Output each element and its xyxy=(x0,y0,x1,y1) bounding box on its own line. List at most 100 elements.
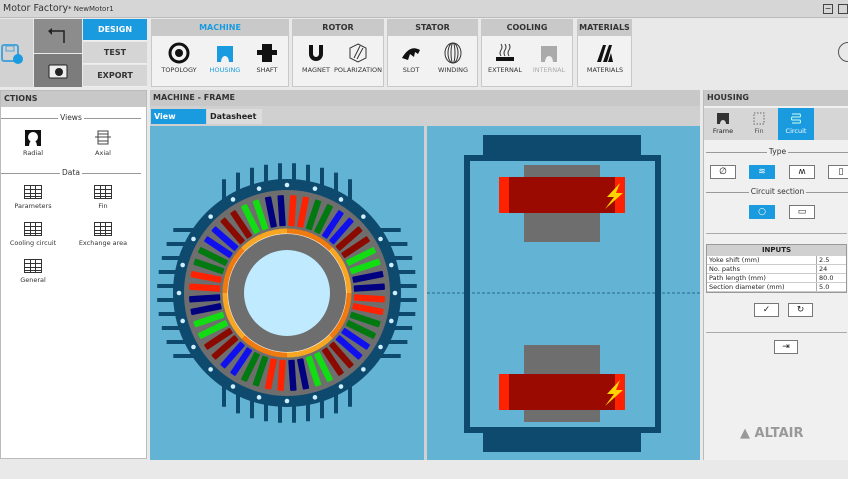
cooling-channel xyxy=(180,318,185,324)
input-value[interactable]: 5.0 xyxy=(817,283,829,291)
tool-label: POLARIZATION xyxy=(334,66,382,74)
item-label: Parameters xyxy=(14,202,52,210)
tab-view[interactable]: View xyxy=(151,109,206,124)
tool-label: EXTERNAL xyxy=(488,66,522,74)
housing-panel: HOUSING Frame Fin Circuit Type ∅ ≋ ʍ ▯ C… xyxy=(703,90,848,460)
input-value[interactable]: 80.0 xyxy=(817,274,833,282)
data-general[interactable]: General xyxy=(3,259,63,284)
tool-label: TOPOLOGY xyxy=(161,66,197,74)
tool-topology[interactable]: TOPOLOGY xyxy=(156,40,202,74)
tool-materials[interactable]: MATERIALS xyxy=(582,40,628,74)
tool-polarization[interactable]: POLARIZATION xyxy=(333,40,383,74)
item-label: Cooling circuit xyxy=(9,239,57,247)
fin-icon xyxy=(753,112,765,125)
minimize-button[interactable]: − xyxy=(823,4,833,14)
tab-label: Frame xyxy=(712,127,734,135)
input-value[interactable]: 2.5 xyxy=(817,256,829,264)
data-fin[interactable]: Fin xyxy=(73,185,133,210)
group-title: MATERIALS xyxy=(578,20,631,36)
tool-slot[interactable]: SLOT xyxy=(388,40,434,74)
table-icon xyxy=(24,185,42,199)
screenshot-button[interactable] xyxy=(34,54,82,87)
section-label: Views xyxy=(58,113,84,122)
tab-datasheet[interactable]: Datasheet xyxy=(207,109,262,124)
mode-design[interactable]: DESIGN xyxy=(83,19,147,41)
section-rectangle-button[interactable]: ▭ xyxy=(789,205,815,219)
table-icon xyxy=(24,259,42,273)
cooling-channel xyxy=(208,214,213,219)
cooling-channel xyxy=(312,395,318,400)
input-row[interactable]: Section diameter (mm) 5.0 xyxy=(707,283,846,292)
data-parameters[interactable]: Parameters xyxy=(3,185,63,210)
data-section: Data xyxy=(1,168,141,178)
view-radial[interactable]: Radial xyxy=(3,127,63,157)
group-machine: MACHINE TOPOLOGY HOUSING SHAFT xyxy=(151,19,289,87)
input-row[interactable]: Yoke shift (mm) 2.5 xyxy=(707,256,846,265)
undo-button[interactable] xyxy=(34,19,82,53)
inputs-title: INPUTS xyxy=(707,245,846,256)
export-button[interactable]: ⇥ xyxy=(774,340,798,354)
machine-frame-panel: MACHINE - FRAME View Datasheet xyxy=(150,90,700,460)
tab-fin[interactable]: Fin xyxy=(742,108,776,140)
winding-icon xyxy=(444,42,462,64)
type-none-button[interactable]: ∅ xyxy=(710,165,736,179)
data-cooling-circuit[interactable]: Cooling circuit xyxy=(3,222,63,247)
tool-label: SHAFT xyxy=(256,66,278,74)
tool-internal[interactable]: INTERNAL xyxy=(526,40,572,74)
panel-title: MACHINE - FRAME xyxy=(150,90,700,106)
cooling-channel xyxy=(180,262,185,268)
maximize-button[interactable] xyxy=(838,4,848,14)
cooling-channel xyxy=(208,367,213,372)
circuit-section: Circuit section xyxy=(706,187,848,197)
group-title: ROTOR xyxy=(293,20,383,36)
panel-title: CTIONS xyxy=(1,91,146,107)
group-stator: STATOR SLOT WINDING xyxy=(387,19,478,87)
data-exchange-area[interactable]: Exchange area xyxy=(73,222,133,247)
tool-winding[interactable]: WINDING xyxy=(430,40,476,74)
section-label: Type xyxy=(766,147,789,156)
cooling-channel xyxy=(284,398,290,404)
group-title: STATOR xyxy=(388,20,477,36)
mode-test[interactable]: TEST xyxy=(83,42,147,64)
cooling-channel xyxy=(378,344,383,350)
title-bar: Motor Factory * NewMotor1 − xyxy=(0,0,848,18)
help-button[interactable] xyxy=(838,42,848,62)
input-label: No. paths xyxy=(707,265,817,273)
tool-external[interactable]: EXTERNAL xyxy=(482,40,528,74)
cooling-channel xyxy=(338,197,344,202)
type-zigzag-button[interactable]: ʍ xyxy=(789,165,815,179)
cooling-channel xyxy=(312,186,318,191)
view-axial[interactable]: Axial xyxy=(73,127,133,157)
tab-frame[interactable]: Frame xyxy=(706,108,740,140)
tool-shaft[interactable]: SHAFT xyxy=(244,40,290,74)
reset-button[interactable]: ↻ xyxy=(788,303,813,317)
cooling-channel xyxy=(230,384,236,389)
cooling-channel xyxy=(230,197,236,202)
mode-export[interactable]: EXPORT xyxy=(83,65,147,87)
inputs-table: INPUTS Yoke shift (mm) 2.5 No. paths 24 Path… xyxy=(706,244,847,293)
save-button[interactable] xyxy=(0,19,33,87)
tool-label: MAGNET xyxy=(302,66,330,74)
input-row[interactable]: Path length (mm) 80.0 xyxy=(707,274,846,283)
materials-icon xyxy=(597,45,613,62)
brand-text: ALTAIR xyxy=(754,426,804,441)
input-value[interactable]: 24 xyxy=(817,265,827,273)
type-serpentine-button[interactable]: ≋ xyxy=(749,165,775,179)
type-axial-button[interactable]: ▯ xyxy=(828,165,848,179)
frame-icon xyxy=(717,113,729,124)
item-label: Exchange area xyxy=(78,239,128,247)
input-row[interactable]: No. paths 24 xyxy=(707,265,846,274)
undo-icon xyxy=(48,28,65,43)
tab-circuit[interactable]: Circuit xyxy=(778,108,814,140)
section-circle-button[interactable]: ○ xyxy=(749,205,775,219)
table-icon xyxy=(94,222,112,236)
cooling-channel xyxy=(191,344,196,350)
item-label: Radial xyxy=(22,149,44,157)
apply-button[interactable]: ✓ xyxy=(754,303,779,317)
tab-label: Fin xyxy=(754,127,764,135)
machine-canvas[interactable] xyxy=(150,126,700,460)
frame-bottom-block xyxy=(483,430,641,452)
tool-housing[interactable]: HOUSING xyxy=(202,40,248,74)
app-title: Motor Factory xyxy=(3,3,69,14)
group-rotor: ROTOR MAGNET POLARIZATION xyxy=(292,19,384,87)
